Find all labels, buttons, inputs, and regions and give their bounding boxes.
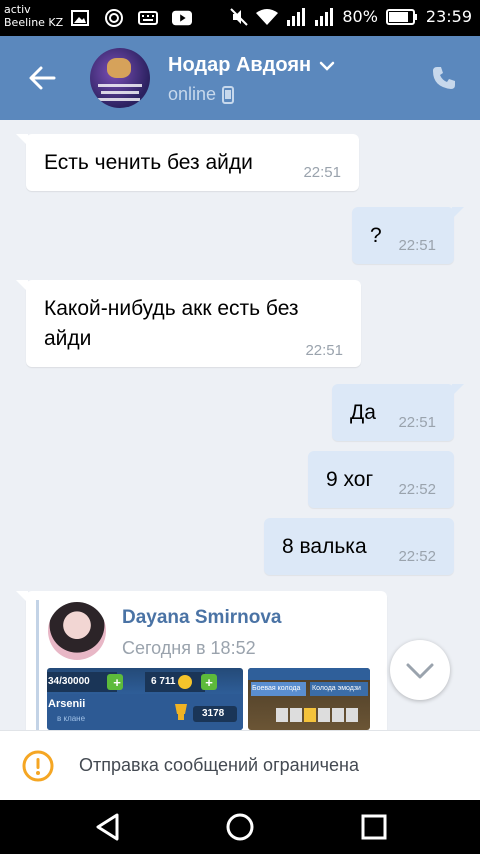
forward-indicator (36, 600, 39, 730)
back-arrow-icon[interactable] (26, 62, 58, 94)
notification-icons (70, 9, 192, 27)
restriction-bar: Отправка сообщений ограничена (0, 730, 480, 801)
clock: 23:59 (425, 7, 472, 26)
shot-clan: в клане (57, 714, 86, 723)
message-incoming[interactable]: Какой-нибудь акк есть без айди 22:51 (16, 280, 361, 367)
message-outgoing[interactable]: ? 22:51 (352, 207, 464, 264)
message-time: 22:51 (398, 414, 436, 431)
mobile-icon (222, 85, 235, 104)
battery-icon (385, 8, 417, 25)
attachment-image[interactable]: + + 34/30000 6 711 Arsenii в клане 3178 (47, 668, 243, 730)
status-right: 80% 23:59 (230, 7, 472, 26)
message-time: 22:51 (398, 237, 436, 254)
mute-icon (230, 7, 249, 26)
battery-percent: 80% (342, 7, 378, 26)
shot-gold: 6 711 (151, 676, 176, 687)
message-outgoing[interactable]: Да 22:51 (332, 384, 464, 441)
signal-icon-2 (315, 7, 334, 26)
nav-home-icon[interactable] (225, 812, 255, 842)
signal-icon (287, 7, 306, 26)
keyboard-icon (138, 9, 158, 27)
youtube-icon (172, 9, 192, 27)
chat-header: Нодар Авдоян online (0, 36, 480, 120)
navigation-bar (0, 800, 480, 854)
message-outgoing[interactable]: 8 валька 22:52 (264, 518, 454, 575)
contact-avatar[interactable] (90, 48, 150, 108)
svg-text:+: + (205, 675, 213, 690)
message-time: 22:51 (303, 164, 341, 181)
message-outgoing[interactable]: 9 хог 22:52 (308, 451, 454, 508)
warning-icon (22, 750, 54, 782)
contact-name[interactable]: Нодар Авдоян (168, 54, 335, 77)
author-name[interactable]: Dayana Smirnova (122, 607, 281, 629)
restriction-text: Отправка сообщений ограничена (79, 755, 359, 775)
contact-status: online (168, 84, 235, 105)
status-bar: activ Beeline KZ 80% 23:59 (0, 0, 480, 36)
scroll-down-icon[interactable] (390, 640, 450, 700)
wifi-icon (256, 8, 279, 25)
carrier-label: activ Beeline KZ (4, 3, 64, 29)
target-icon (104, 9, 124, 27)
attachment-image[interactable]: Боевая колода Колода эмодзи (248, 668, 370, 730)
post-date: Сегодня в 18:52 (122, 638, 256, 658)
shot-trophies: 3178 (202, 708, 225, 719)
nav-back-icon[interactable] (93, 812, 123, 842)
shot-player: Arsenii (48, 698, 86, 710)
message-time: 22:51 (305, 342, 343, 359)
nav-recents-icon[interactable] (359, 812, 389, 842)
chevron-down-icon[interactable] (319, 61, 335, 71)
author-avatar[interactable] (48, 602, 106, 660)
shot-counter: 34/30000 (48, 676, 90, 687)
message-time: 22:52 (398, 481, 436, 498)
svg-text:+: + (113, 675, 121, 690)
image-icon (70, 9, 90, 27)
shot-tab-emoji-deck: Колода эмодзи (312, 685, 361, 692)
scroll-down-button[interactable] (390, 640, 450, 700)
message-incoming[interactable]: Есть ченить без айди 22:51 (16, 134, 359, 191)
shot-tab-battle-deck: Боевая колода (252, 685, 301, 692)
phone-icon[interactable] (430, 64, 458, 92)
message-time: 22:52 (398, 548, 436, 565)
